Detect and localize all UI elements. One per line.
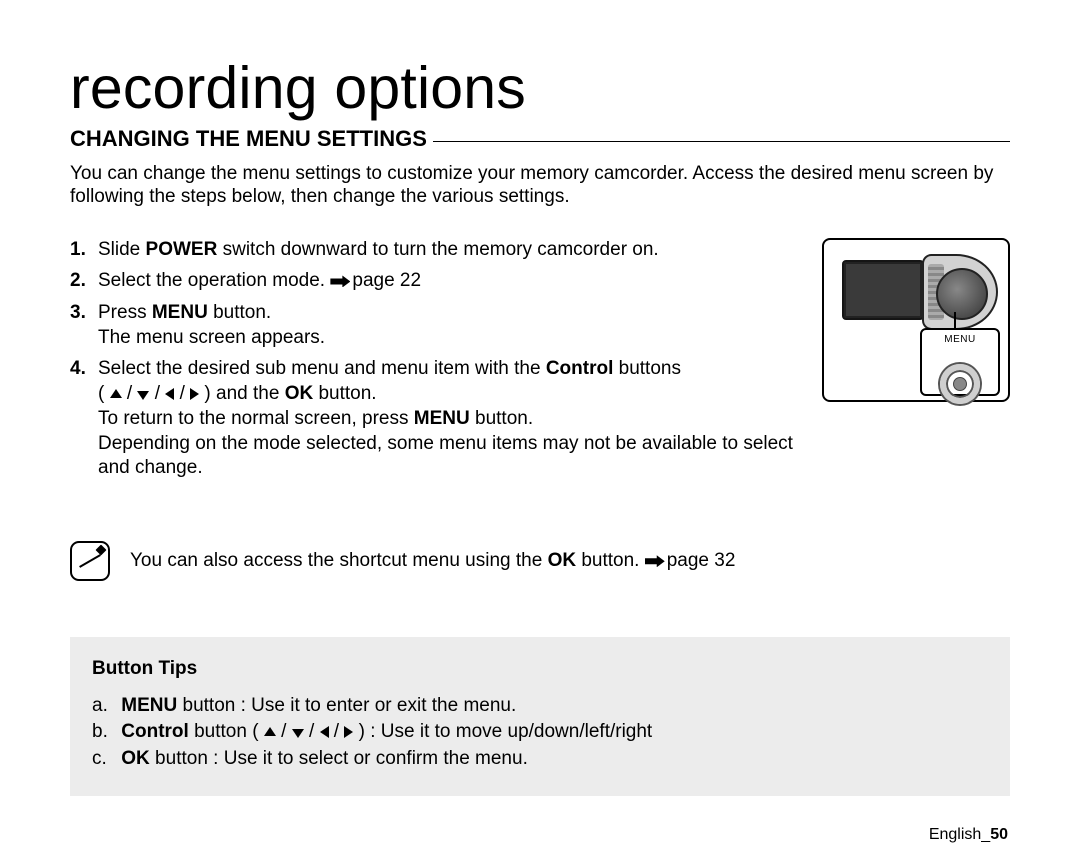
- ok-button-callout: MENU: [920, 328, 1000, 396]
- step-2: 2. Select the operation mode. page 22: [70, 269, 796, 292]
- pageref-arrow-icon: [645, 555, 665, 567]
- note-row: You can also access the shortcut menu us…: [70, 541, 1010, 581]
- heading-rule: [433, 141, 1010, 142]
- tip-label-a: a.: [92, 694, 116, 719]
- camcorder-body: [842, 254, 994, 334]
- ok-label: OK: [121, 748, 150, 769]
- arrow-up-icon: [264, 727, 276, 736]
- intro-paragraph: You can change the menu settings to cust…: [70, 162, 1010, 208]
- step-1: 1. Slide POWER switch downward to turn t…: [70, 238, 796, 261]
- manual-page: recording options CHANGING THE MENU SETT…: [0, 0, 1080, 868]
- arrow-left-icon: [165, 388, 174, 400]
- tip-c: c. OK button : Use it to select or confi…: [92, 747, 988, 772]
- tip-text: button : Use it to select or confirm the…: [150, 748, 528, 769]
- step-text: Slide: [98, 239, 146, 260]
- section-heading-row: CHANGING THE MENU SETTINGS: [70, 126, 1010, 152]
- note-pre: You can also access the shortcut menu us…: [130, 550, 548, 571]
- tip-a: a. MENU button : Use it to enter or exit…: [92, 694, 988, 719]
- control-label: Control: [121, 721, 189, 742]
- paren-close-and: ) and the: [199, 383, 285, 404]
- step-line-2: ( / / / ) and the OK button.: [98, 382, 796, 405]
- ok-label: OK: [285, 383, 314, 404]
- step-text: button.: [313, 383, 376, 404]
- note-icon: [70, 541, 110, 581]
- note-text: You can also access the shortcut menu us…: [130, 549, 735, 572]
- footer-language: English: [929, 826, 981, 843]
- menu-text-label: MENU: [922, 334, 998, 345]
- step-number: 3.: [70, 301, 86, 324]
- control-label: Control: [546, 358, 614, 379]
- step-3: 3. Press MENU button. The menu screen ap…: [70, 301, 796, 349]
- camcorder-illustration: MENU: [822, 238, 1010, 402]
- step-text: switch downward to turn the memory camco…: [217, 239, 658, 260]
- steps-list: 1. Slide POWER switch downward to turn t…: [70, 238, 796, 479]
- step-text: buttons: [613, 358, 681, 379]
- pageref-arrow-icon: [330, 275, 350, 287]
- step-text: button.: [208, 302, 271, 323]
- pageref: page 22: [352, 270, 421, 291]
- camcorder-grip: [922, 254, 998, 330]
- paren-open: (: [98, 383, 110, 404]
- page-title: recording options: [70, 58, 1010, 120]
- section-heading: CHANGING THE MENU SETTINGS: [70, 126, 427, 152]
- step-number: 4.: [70, 357, 86, 380]
- lcd-screen: [842, 260, 924, 320]
- body-row: 1. Slide POWER switch downward to turn t…: [70, 238, 1010, 487]
- step-4: 4. Select the desired sub menu and menu …: [70, 357, 796, 479]
- tip-label-c: c.: [92, 747, 116, 772]
- page-footer: English_50: [929, 826, 1008, 844]
- step-text: Press: [98, 302, 152, 323]
- arrow-down-icon: [137, 391, 149, 400]
- step-line-3: To return to the normal screen, press ME…: [98, 407, 796, 430]
- footer-page-number: 50: [990, 826, 1008, 843]
- step-text: To return to the normal screen, press: [98, 408, 414, 429]
- ok-center-icon: [953, 377, 967, 391]
- tip-label-b: b.: [92, 720, 116, 745]
- arrow-right-icon: [190, 388, 199, 400]
- step-text: button.: [470, 408, 533, 429]
- step-text: Select the operation mode.: [98, 270, 330, 291]
- arrow-down-icon: [292, 729, 304, 738]
- menu-label: MENU: [414, 408, 470, 429]
- tip-pre: button (: [189, 721, 264, 742]
- steps-column: 1. Slide POWER switch downward to turn t…: [70, 238, 796, 487]
- arrow-left-icon: [320, 726, 329, 738]
- ok-label: OK: [548, 550, 577, 571]
- tips-title: Button Tips: [92, 657, 988, 682]
- menu-label: MENU: [121, 695, 177, 716]
- step-number: 1.: [70, 238, 86, 261]
- arrow-up-icon: [110, 389, 122, 398]
- step-text: Select the desired sub menu and menu ite…: [98, 358, 546, 379]
- footer-sep: _: [981, 826, 990, 843]
- step-number: 2.: [70, 269, 86, 292]
- tip-b: b. Control button ( / / / ) : Use it to …: [92, 720, 988, 745]
- step-line-4: Depending on the mode selected, some men…: [98, 432, 796, 478]
- arrow-right-icon: [344, 726, 353, 738]
- step-subtext: The menu screen appears.: [98, 326, 796, 349]
- pageref: page 32: [667, 550, 736, 571]
- illustration-column: MENU: [822, 238, 1010, 487]
- power-label: POWER: [146, 239, 218, 260]
- lens-icon: [936, 268, 988, 320]
- button-tips-box: Button Tips a. MENU button : Use it to e…: [70, 637, 1010, 796]
- tip-post: ) : Use it to move up/down/left/right: [353, 721, 652, 742]
- note-mid: button.: [576, 550, 645, 571]
- menu-label: MENU: [152, 302, 208, 323]
- tip-text: button : Use it to enter or exit the men…: [177, 695, 516, 716]
